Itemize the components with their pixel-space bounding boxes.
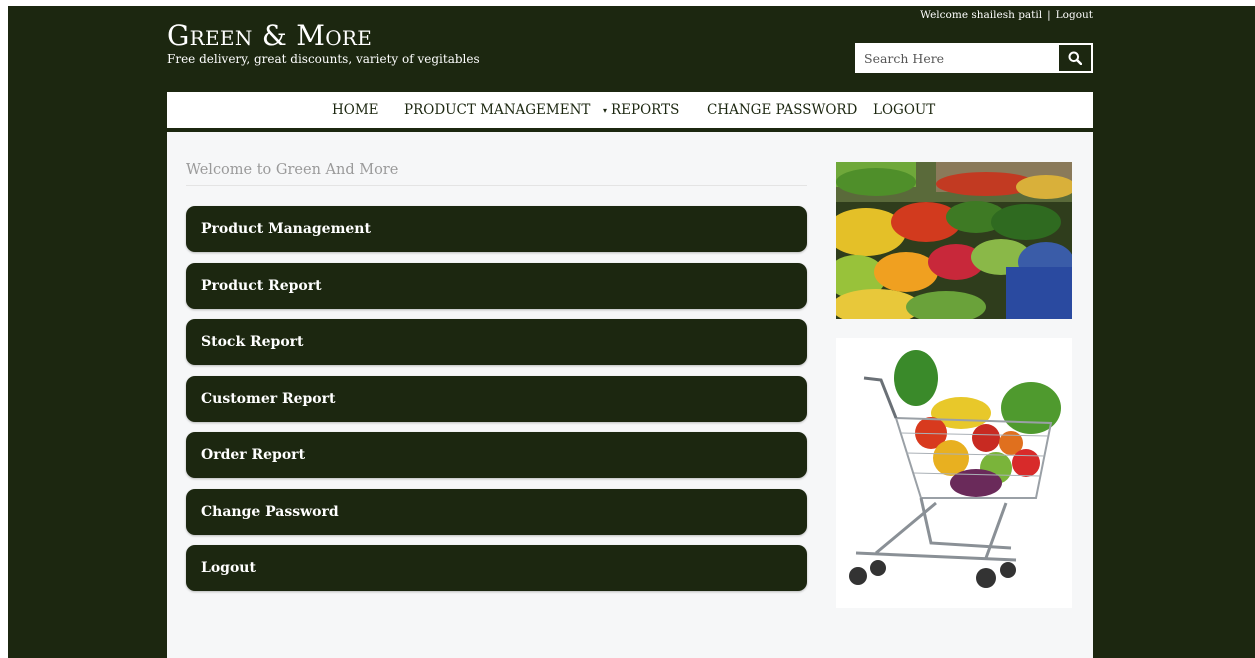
content-panel: Welcome to Green And More Product Manage… [167,132,1093,658]
search-icon [1068,51,1082,65]
nav-reports[interactable]: ▾ REPORTS [603,92,679,128]
main-nav: HOME PRODUCT MANAGEMENT ▾ REPORTS CHANGE … [167,92,1093,132]
nav-product-management[interactable]: PRODUCT MANAGEMENT [404,92,590,128]
nav-reports-label: REPORTS [611,102,680,118]
shopping-cart-image [836,338,1072,608]
user-bar: Welcome shailesh patil | Logout [920,9,1093,21]
dashboard-menu: Product Management Product Report Stock … [186,206,807,602]
site-logo[interactable]: Green & More [167,21,372,51]
page-container: Welcome shailesh patil | Logout Green & Mo… [167,0,1093,658]
produce-market-image [836,162,1072,319]
search-bar [855,43,1093,73]
welcome-heading: Welcome to Green And More [186,162,807,186]
welcome-user-text: Welcome shailesh patil [920,9,1043,21]
site-tagline: Free delivery, great discounts, variety … [167,52,480,66]
menu-order-report-button[interactable]: Order Report [186,432,807,478]
user-bar-separator: | [1047,9,1051,21]
nav-logout[interactable]: LOGOUT [873,92,935,128]
nav-home[interactable]: HOME [332,92,379,128]
search-input[interactable] [855,43,1059,73]
menu-customer-report-button[interactable]: Customer Report [186,375,807,422]
menu-product-management-button[interactable]: Product Management [186,206,807,252]
header-logout-link[interactable]: Logout [1056,9,1093,21]
menu-logout-button[interactable]: Logout [186,545,807,591]
search-button[interactable] [1059,43,1093,73]
caret-down-icon: ▾ [603,105,608,115]
menu-change-password-button[interactable]: Change Password [186,488,807,535]
menu-stock-report-button[interactable]: Stock Report [186,319,807,365]
menu-product-report-button[interactable]: Product Report [186,262,807,309]
nav-change-password[interactable]: CHANGE PASSWORD [707,92,857,128]
